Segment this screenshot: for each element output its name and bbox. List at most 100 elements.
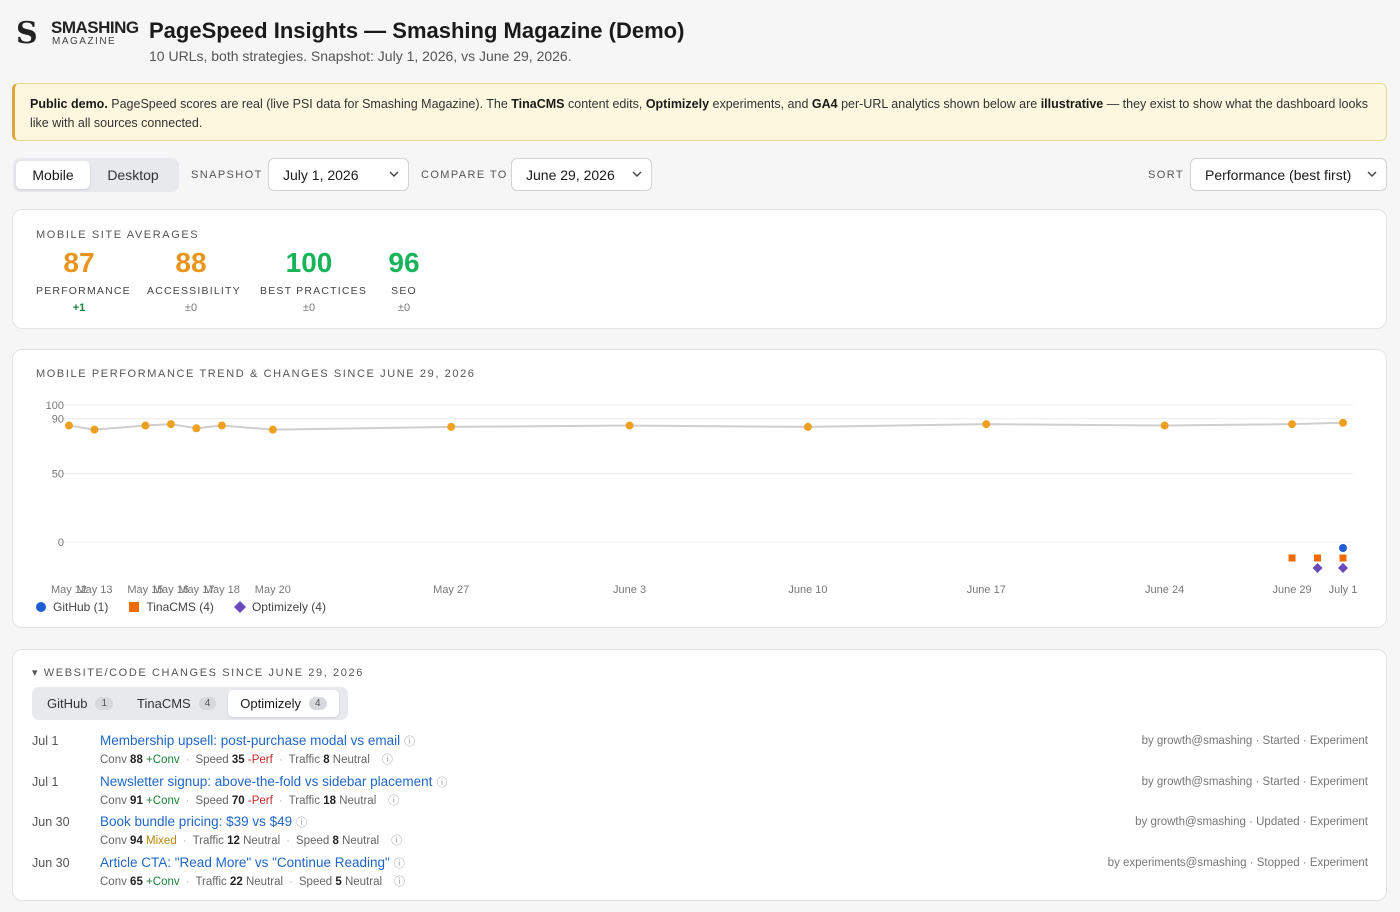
change-meta: by growth@smashing · Started · Experimen… (1141, 735, 1368, 747)
change-title-link[interactable]: Membership upsell: post-purchase modal v… (100, 733, 415, 749)
metric-separator: · (286, 835, 291, 847)
x-tick-label: July 1 (1329, 584, 1358, 596)
metric-value: 91 (130, 794, 143, 807)
info-icon[interactable]: ⓘ (296, 817, 307, 829)
info-icon[interactable]: ⓘ (388, 795, 399, 807)
tab-optimizely[interactable]: Optimizely 4 (228, 690, 339, 717)
tab-label: GitHub (47, 696, 88, 711)
metric-name: Speed (296, 835, 333, 847)
controls-bar: Mobile Desktop SNAPSHOT July 1, 2026 COM… (13, 158, 1387, 192)
data-point (447, 422, 456, 431)
score-delta: ±0 (397, 302, 411, 314)
change-title-link[interactable]: Newsletter signup: above-the-fold vs sid… (100, 774, 447, 790)
site-averages-card: MOBILE SITE AVERAGES 87 PERFORMANCE +1 8… (12, 209, 1387, 329)
change-meta: by experiments@smashing · Stopped · Expe… (1107, 856, 1368, 869)
change-row[interactable]: Jul 1 Newsletter signup: above-the-fold v… (32, 774, 1368, 811)
change-row[interactable]: Jun 30 Article CTA: "Read More" vs "Conti… (32, 855, 1368, 892)
info-icon[interactable]: ⓘ (394, 858, 405, 870)
change-title-link[interactable]: Article CTA: "Read More" vs "Continue Re… (100, 855, 405, 871)
change-title-link[interactable]: Book bundle pricing: $39 vs $49 ⓘ (100, 814, 307, 830)
info-icon[interactable]: ⓘ (404, 736, 415, 748)
chevron-down-icon (389, 171, 399, 177)
changes-source-tabs: GitHub 1 TinaCMS 4 Optimizely 4 (32, 687, 348, 720)
event-marker-optimizely (1338, 563, 1348, 573)
metric-tag: +Conv (146, 794, 180, 807)
count-badge: 4 (198, 697, 217, 710)
count-badge: 4 (308, 697, 327, 710)
change-row[interactable]: Jul 1 Membership upsell: post-purchase mo… (32, 733, 1368, 770)
changes-header[interactable]: ▾ WEBSITE/CODE CHANGES SINCE JUNE 29, 20… (32, 666, 364, 679)
metric-value: 88 (130, 754, 143, 766)
metric-value: 8 (332, 835, 339, 847)
sort-select[interactable]: Performance (best first) (1190, 158, 1387, 191)
collapse-icon[interactable]: ▾ (32, 667, 39, 679)
changes-title: WEBSITE/CODE CHANGES SINCE JUNE 29, 2026 (43, 667, 364, 679)
metric-value: 70 (231, 794, 245, 807)
info-icon[interactable]: ⓘ (436, 777, 447, 789)
event-marker-github (1339, 544, 1347, 552)
metric-value: 8 (323, 754, 330, 766)
x-tick-label: May 20 (255, 584, 291, 596)
metric-name: Conv (100, 875, 131, 888)
series-line (68, 421, 1344, 431)
metric-name: Conv (100, 835, 131, 847)
metric-separator: · (185, 794, 190, 807)
strategy-mobile-button[interactable]: Mobile (16, 161, 90, 189)
legend-label: TinaCMS (4) (146, 600, 214, 614)
change-metrics: Conv 88 +Conv · Speed 35 -Perf · Traffic 8 N… (100, 751, 393, 767)
score-label: ACCESSIBILITY (147, 285, 241, 297)
metric-value: 18 (323, 794, 336, 807)
x-tick-label: May 27 (433, 584, 469, 596)
score-label: BEST PRACTICES (260, 285, 368, 297)
averages-title: MOBILE SITE AVERAGES (36, 229, 200, 241)
data-point (1288, 420, 1297, 429)
metric-name: Traffic (288, 754, 324, 766)
metric-tag: -Perf (247, 794, 273, 807)
logo-wordmark: SMASHING (51, 18, 139, 37)
info-icon[interactable]: ⓘ (394, 876, 405, 888)
metric-name: Traffic (192, 835, 228, 847)
info-icon[interactable]: ⓘ (391, 835, 402, 847)
metric-separator: · (182, 835, 187, 847)
metric-tag: Neutral (342, 835, 380, 847)
change-metrics: Conv 91 +Conv · Speed 70 -Perf · Traffic 18 … (100, 792, 399, 808)
change-date: Jul 1 (32, 734, 59, 748)
compare-label: COMPARE TO (421, 169, 508, 181)
metric-value: 22 (229, 875, 243, 888)
score-delta: ±0 (302, 302, 316, 314)
legend-item[interactable]: Optimizely (4) (233, 600, 326, 614)
chart-legend: GitHub (1) TinaCMS (4) Optimizely (4) (35, 600, 326, 614)
metric-value: 12 (227, 835, 240, 847)
snapshot-select[interactable]: July 1, 2026 (268, 158, 409, 191)
x-tick-label: June 3 (613, 584, 646, 596)
data-point (625, 421, 634, 430)
data-point (803, 422, 812, 431)
smashing-logo[interactable]: S SMASHING MAGAZINE (16, 14, 139, 58)
event-marker-optimizely (1312, 563, 1323, 573)
legend-label: Optimizely (4) (251, 600, 326, 614)
performance-trend-card: MOBILE PERFORMANCE TREND & CHANGES SINCE… (12, 349, 1387, 628)
legend-item[interactable]: GitHub (1) (35, 600, 108, 614)
compare-select[interactable]: June 29, 2026 (511, 158, 652, 191)
score-value: 100 (285, 247, 333, 278)
data-point (141, 421, 150, 430)
score-value: 88 (175, 247, 207, 278)
data-point (1339, 418, 1347, 427)
page-subtitle: 10 URLs, both strategies. Snapshot: July… (149, 48, 572, 64)
page-title: PageSpeed Insights — Smashing Magazine (… (149, 18, 685, 43)
data-point (90, 425, 99, 434)
score-performance: 87 PERFORMANCE +1 (36, 246, 130, 314)
page-header: S SMASHING MAGAZINE PageSpeed Insights —… (16, 12, 1384, 68)
metric-tag: Neutral (245, 875, 284, 888)
tab-github[interactable]: GitHub 1 (35, 690, 125, 717)
metric-name: Speed (298, 875, 336, 888)
info-icon[interactable]: ⓘ (382, 754, 393, 766)
score-seo: 96 SEO ±0 (383, 246, 425, 314)
snapshot-value: July 1, 2026 (283, 167, 359, 183)
banner-text-3: experiments, and (709, 97, 812, 111)
strategy-desktop-button[interactable]: Desktop (90, 161, 176, 189)
legend-item[interactable]: TinaCMS (4) (128, 600, 214, 614)
change-row[interactable]: Jun 30 Book bundle pricing: $39 vs $49 ⓘ Co… (32, 814, 1368, 851)
legend-swatch (233, 601, 246, 613)
tab-tinacms[interactable]: TinaCMS 4 (125, 690, 228, 717)
